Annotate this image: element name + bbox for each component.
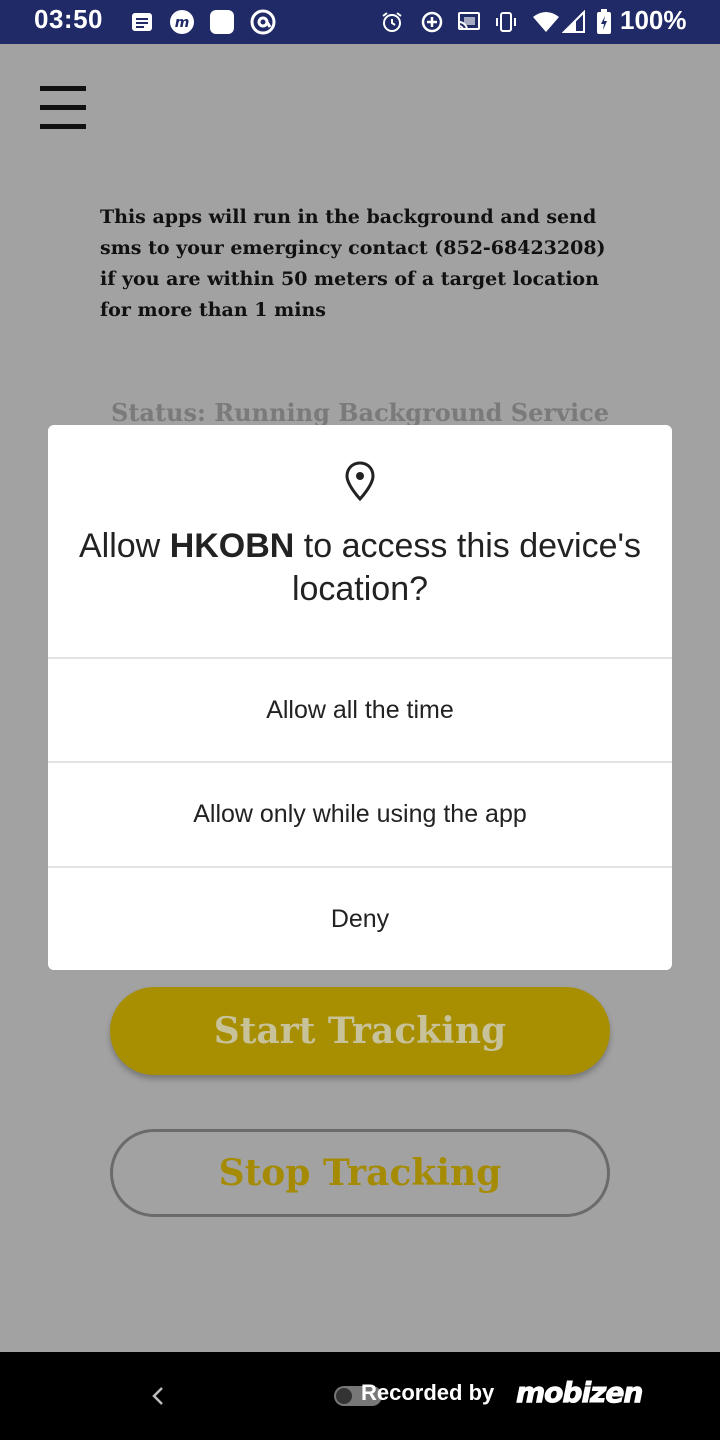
- mobizen-logo: mobizen: [515, 1376, 643, 1410]
- m-app-icon: m: [170, 10, 194, 34]
- battery-percent: 100%: [620, 5, 687, 35]
- cast-icon: [458, 12, 480, 31]
- battery-icon: [597, 9, 611, 34]
- recorded-by-label: Recorded by: [361, 1380, 495, 1405]
- deny-button[interactable]: Deny: [48, 866, 672, 970]
- stop-tracking-button[interactable]: Stop Tracking: [110, 1129, 610, 1217]
- status-bar: 03:50 m 100%: [0, 0, 720, 44]
- hamburger-menu-icon[interactable]: [40, 86, 86, 130]
- vibrate-icon: [496, 12, 516, 32]
- app-name: HKOBN: [169, 527, 295, 565]
- start-tracking-button[interactable]: Start Tracking: [110, 987, 610, 1075]
- dialog-title: Allow HKOBN to access this device's loca…: [78, 527, 641, 608]
- status-text: Status: Running Background Service: [111, 398, 609, 427]
- allow-all-the-time-button[interactable]: Allow all the time: [48, 657, 672, 761]
- blank-square-icon: [210, 10, 234, 34]
- location-pin-icon: [345, 461, 375, 501]
- alarm-icon: [382, 12, 402, 32]
- wifi-icon: [533, 12, 559, 32]
- back-icon[interactable]: [148, 1384, 168, 1408]
- data-saver-icon: [421, 11, 443, 33]
- at-circle-icon: [250, 9, 276, 35]
- navigation-bar: Recorded by mobizen: [0, 1352, 720, 1440]
- svg-text:m: m: [175, 15, 190, 31]
- cell-signal-icon: [562, 10, 585, 33]
- allow-while-using-button[interactable]: Allow only while using the app: [48, 761, 672, 865]
- notification-list-icon: [132, 13, 152, 31]
- info-text: This apps will run in the background and…: [100, 206, 606, 321]
- location-permission-dialog: Allow HKOBN to access this device's loca…: [48, 425, 672, 970]
- status-time: 03:50: [34, 4, 103, 34]
